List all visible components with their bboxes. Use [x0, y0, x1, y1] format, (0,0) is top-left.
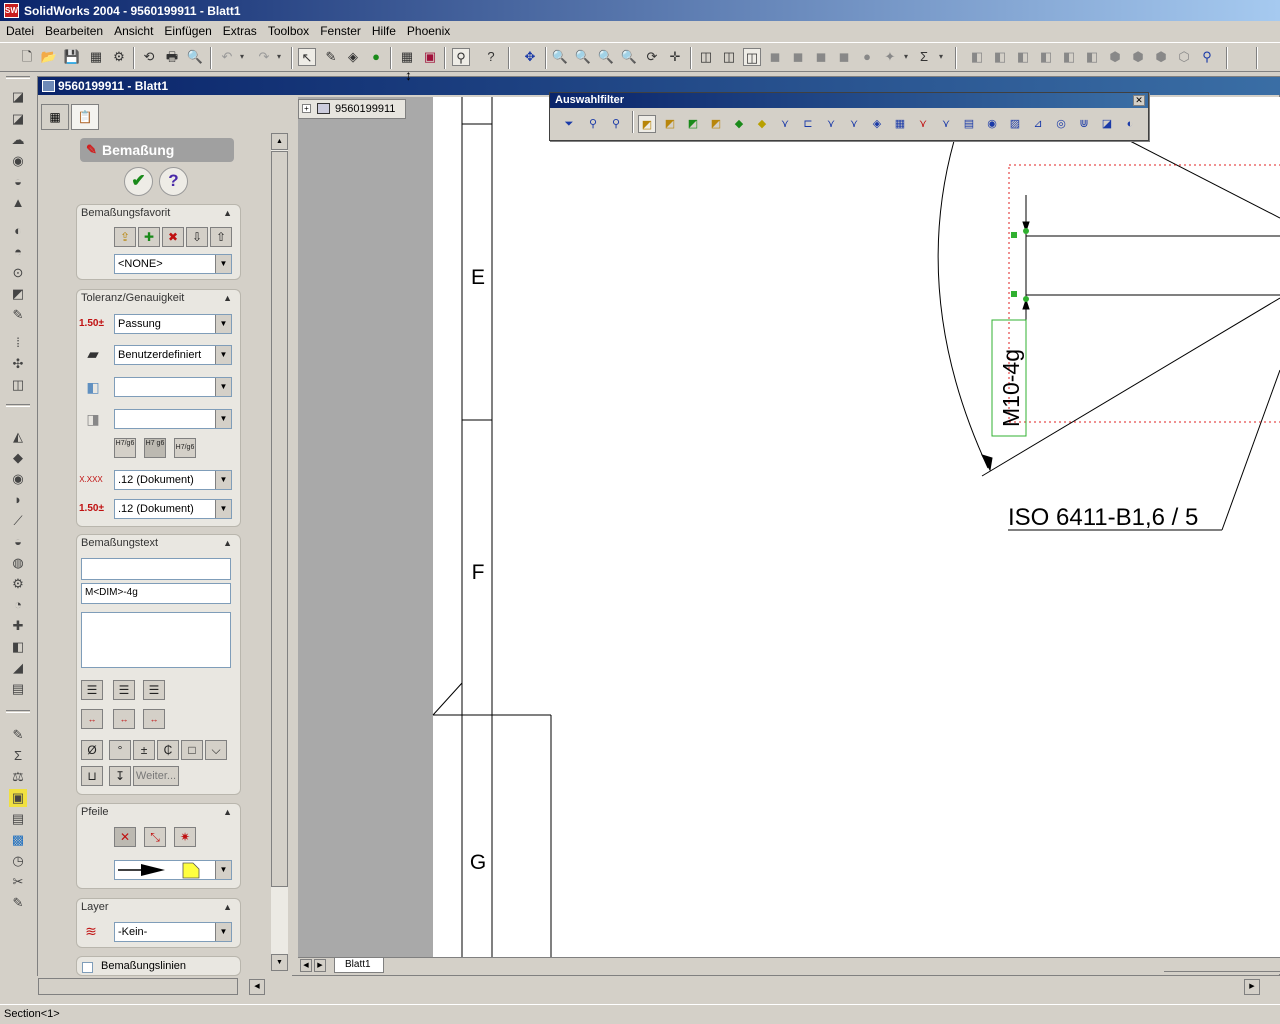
- toolbar-separator: [632, 111, 634, 133]
- filter-vertices-icon[interactable]: ⋎: [776, 115, 794, 133]
- surface-note-text[interactable]: ISO 6411-B1,6 / 5: [1008, 504, 1198, 531]
- filter-planes-icon[interactable]: ▦: [891, 115, 909, 133]
- filter-dimensions-icon[interactable]: ◩: [638, 115, 656, 133]
- next-sheet-icon[interactable]: ▶: [314, 959, 326, 972]
- zone-label-e: E: [471, 266, 485, 289]
- filter-points-icon[interactable]: ⋎: [937, 115, 955, 133]
- scroll-right-icon[interactable]: ▶: [1244, 979, 1260, 995]
- selection-filter-toolbar: Auswahlfilter ✕ ⏷ ⚲ ⚲ ◩ ◩ ◩ ◩ ◆ ◆ ⋎ ⊏ ⋎ …: [549, 92, 1149, 141]
- filter-title: Auswahlfilter: [550, 93, 1148, 108]
- clear-filters-icon[interactable]: ⚲: [584, 115, 602, 133]
- scroll-left-icon[interactable]: ◀: [249, 979, 265, 995]
- filter-views-icon[interactable]: ◪: [1098, 115, 1116, 133]
- dimension-text[interactable]: M10-4g: [998, 349, 1024, 427]
- filter-silhouette-icon[interactable]: ◐: [1121, 115, 1139, 133]
- drawing-canvas: E F G M10-4g ISO 6411-B1,6 / 5: [432, 97, 1280, 957]
- filter-cosmetic-icon[interactable]: ⋓: [1075, 115, 1093, 133]
- filter-faces-icon[interactable]: ⋎: [822, 115, 840, 133]
- filter-centerline-icon[interactable]: ⊿: [1029, 115, 1047, 133]
- horizontal-scrollbar[interactable]: ◀ ▶: [38, 978, 1280, 996]
- filter-curves-icon[interactable]: ⋎: [914, 115, 932, 133]
- sheet-tab-blatt1[interactable]: Blatt1: [334, 958, 384, 973]
- filter-gtol-icon[interactable]: ◆: [753, 115, 771, 133]
- pm-splitter[interactable]: [38, 978, 238, 995]
- status-text: Section<1>: [4, 1008, 60, 1020]
- zone-label-g: G: [470, 851, 486, 874]
- detail-view-geometry: [937, 140, 1280, 531]
- filter-sketch-icon[interactable]: ▤: [960, 115, 978, 133]
- sheet-tab-bar: ◀ ▶ Blatt1: [298, 957, 1280, 974]
- filter-weld-icon[interactable]: ◩: [707, 115, 725, 133]
- select-all-filters-icon[interactable]: ⚲: [607, 115, 625, 133]
- filter-toggle-icon[interactable]: ⏷: [560, 115, 578, 133]
- filter-hatch-icon[interactable]: ▨: [1006, 115, 1024, 133]
- filter-edges-icon[interactable]: ⊏: [799, 115, 817, 133]
- filter-notes-icon[interactable]: ◩: [661, 115, 679, 133]
- solidworks-window: SW SolidWorks 2004 - 9560199911 - Blatt1…: [0, 0, 1280, 1024]
- zone-label-f: F: [472, 561, 485, 584]
- status-bar: Section<1>: [0, 1004, 1280, 1024]
- divider: [1164, 971, 1280, 972]
- first-sheet-icon[interactable]: ◀: [300, 959, 312, 972]
- close-icon[interactable]: ✕: [1133, 95, 1145, 106]
- filter-surface-icon[interactable]: ⋎: [845, 115, 863, 133]
- sheet-border-lines: [432, 97, 552, 957]
- filter-origin-icon[interactable]: ◎: [1052, 115, 1070, 133]
- filter-blocks-icon[interactable]: ◉: [983, 115, 1001, 133]
- filter-datum-icon[interactable]: ◆: [730, 115, 748, 133]
- filter-axes-icon[interactable]: ◈: [868, 115, 886, 133]
- filter-balloons-icon[interactable]: ◩: [684, 115, 702, 133]
